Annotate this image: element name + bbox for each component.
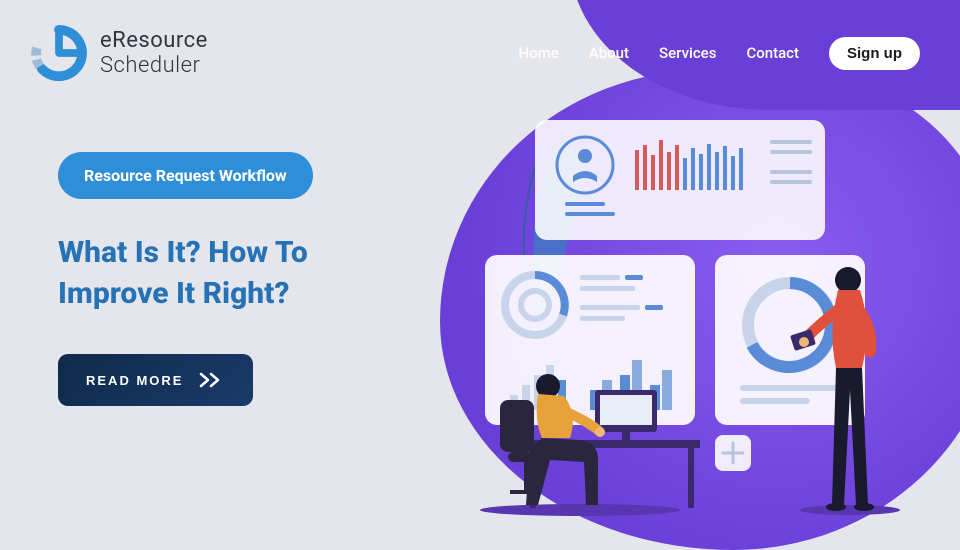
logo-line1: eResource [100,28,208,53]
nav-services[interactable]: Services [659,44,716,62]
chevrons-right-icon [199,372,225,388]
category-pill: Resource Request Workflow [58,152,313,199]
header: eResource Scheduler Home About Services … [0,0,960,82]
nav-about[interactable]: About [589,44,629,62]
hero-illustration [430,90,930,520]
logo-line2: Scheduler [100,53,208,78]
nav: Home About Services Contact Sign up [519,37,920,70]
signup-button[interactable]: Sign up [829,37,920,70]
hero: Resource Request Workflow What Is It? Ho… [0,82,400,406]
logo-icon [30,24,88,82]
cta-label: READ MORE [86,373,183,388]
logo[interactable]: eResource Scheduler [30,24,208,82]
nav-contact[interactable]: Contact [746,44,799,62]
read-more-button[interactable]: READ MORE [58,354,253,406]
logo-text: eResource Scheduler [100,28,208,79]
nav-home[interactable]: Home [519,44,559,62]
hero-heading: What Is It? How To Improve It Right? [58,233,400,314]
